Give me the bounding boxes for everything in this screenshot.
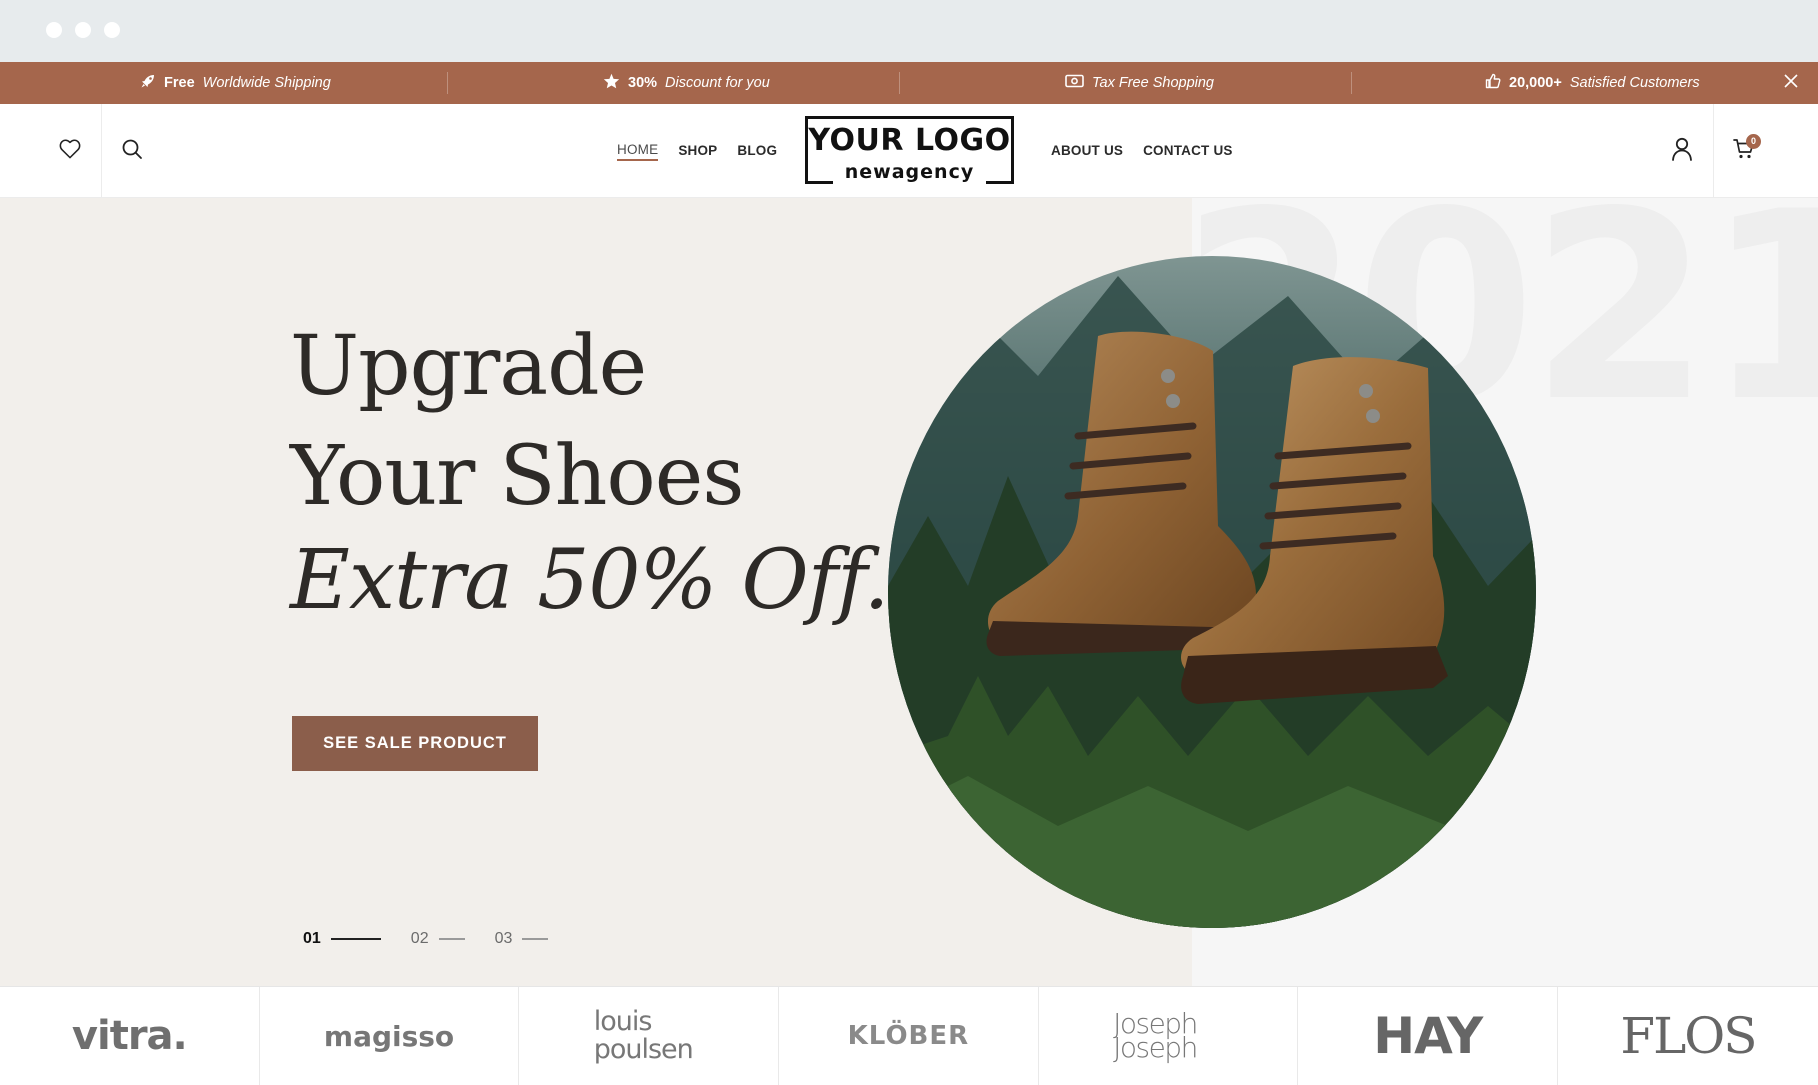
promo-strong: 30% xyxy=(628,75,658,91)
brand-logo-text: Joseph Joseph xyxy=(1113,1007,1198,1064)
brand-logo-text: vitra. xyxy=(71,1013,188,1059)
brand-joseph-joseph[interactable]: Joseph Joseph xyxy=(1039,987,1299,1085)
slide-indicator-01[interactable]: 01 xyxy=(303,930,381,948)
logo-subtext: newagency xyxy=(832,160,987,184)
promo-text: Satisfied Customers xyxy=(1569,75,1700,91)
cart-count-badge: 0 xyxy=(1746,133,1761,149)
slide-number: 01 xyxy=(303,930,321,947)
promo-divider xyxy=(1351,72,1352,94)
promo-text: Worldwide Shipping xyxy=(202,75,331,91)
star-icon xyxy=(603,73,620,93)
brand-logo-text: HAY xyxy=(1373,1007,1483,1065)
brand-vitra[interactable]: vitra. xyxy=(0,987,260,1085)
promo-strong: Free xyxy=(164,75,195,91)
slide-indicator-03[interactable]: 03 xyxy=(495,930,549,948)
promo-text: Tax Free Shopping xyxy=(1092,75,1214,91)
slide-progress-bar xyxy=(522,938,549,940)
promo-divider xyxy=(447,72,448,94)
brand-magisso[interactable]: magisso xyxy=(260,987,520,1085)
nav-blog[interactable]: BLOG xyxy=(737,143,777,160)
see-sale-product-button[interactable]: SEE SALE PRODUCT xyxy=(292,716,538,771)
heart-icon xyxy=(59,139,81,164)
browser-chrome xyxy=(0,0,1818,62)
promo-strong: 20,000+ xyxy=(1509,75,1562,91)
user-icon xyxy=(1671,137,1693,166)
brand-klober[interactable]: KLÖBER xyxy=(779,987,1039,1085)
logo-text: YOUR LOGO xyxy=(808,123,1011,158)
slider-pagination: 01 02 03 xyxy=(303,930,549,948)
main-nav-left: HOME SHOP BLOG xyxy=(617,104,777,198)
close-promo-button[interactable] xyxy=(1778,70,1804,96)
header-divider xyxy=(101,104,102,198)
promo-discount: 30% Discount for you xyxy=(603,62,770,104)
site-header: HOME SHOP BLOG YOUR LOGO newagency ABOUT… xyxy=(0,104,1818,198)
slide-progress-bar xyxy=(330,938,381,940)
site-logo[interactable]: YOUR LOGO newagency xyxy=(805,116,1014,184)
nav-contact-us[interactable]: CONTACT US xyxy=(1143,143,1233,160)
money-icon xyxy=(1065,74,1084,92)
window-dot[interactable] xyxy=(75,22,91,38)
brand-louis-poulsen[interactable]: louis poulsen xyxy=(519,987,780,1085)
hero-headline-line2: Your Shoes xyxy=(290,429,744,524)
brand-flos[interactable]: FLOS xyxy=(1558,987,1818,1085)
promo-tax-free: Tax Free Shopping xyxy=(1065,62,1214,104)
brand-logo-text: KLÖBER xyxy=(847,1021,970,1051)
header-divider xyxy=(1713,104,1714,198)
slide-progress-bar xyxy=(438,938,465,940)
promo-divider xyxy=(899,72,900,94)
nav-home[interactable]: HOME xyxy=(617,142,659,161)
close-icon xyxy=(1784,73,1798,93)
search-icon xyxy=(121,138,143,165)
brand-logo-text: louis poulsen xyxy=(593,1006,694,1065)
promo-text: Discount for you xyxy=(665,75,770,91)
cart-icon: 0 xyxy=(1733,133,1761,165)
brand-hay[interactable]: HAY xyxy=(1298,987,1559,1085)
brand-logos-strip: vitra. magisso louis poulsen KLÖBER Jose… xyxy=(0,986,1818,1085)
window-dot[interactable] xyxy=(104,22,120,38)
hero-headline-line3: Extra 50% Off. xyxy=(290,533,890,628)
slide-indicator-02[interactable]: 02 xyxy=(411,930,465,948)
brand-logo-text: magisso xyxy=(323,1019,455,1053)
slide-number: 02 xyxy=(410,930,429,947)
nav-shop[interactable]: SHOP xyxy=(678,143,717,160)
hero-slider: 2021 Upgrade Your Shoes Extra 50% Off. S… xyxy=(0,198,1818,986)
nav-about-us[interactable]: ABOUT US xyxy=(1051,143,1123,160)
main-nav-right: ABOUT US CONTACT US xyxy=(1051,104,1233,198)
cart-button[interactable]: 0 xyxy=(1730,133,1761,165)
promo-free-shipping: Free Worldwide Shipping xyxy=(140,62,331,104)
search-button[interactable] xyxy=(118,137,146,165)
account-button[interactable] xyxy=(1668,137,1696,165)
promo-customers: 20,000+ Satisfied Customers xyxy=(1485,62,1700,104)
thumbs-up-icon xyxy=(1485,73,1501,93)
window-dot[interactable] xyxy=(46,22,62,38)
promo-bar: Free Worldwide Shipping 30% Discount for… xyxy=(0,62,1818,104)
rocket-icon xyxy=(140,73,156,93)
hero-product-image[interactable] xyxy=(888,256,1536,928)
slide-number: 03 xyxy=(494,930,513,947)
brand-logo-text: FLOS xyxy=(1620,1007,1757,1065)
hero-headline-line1: Upgrade xyxy=(290,319,647,414)
wishlist-button[interactable] xyxy=(56,137,84,165)
